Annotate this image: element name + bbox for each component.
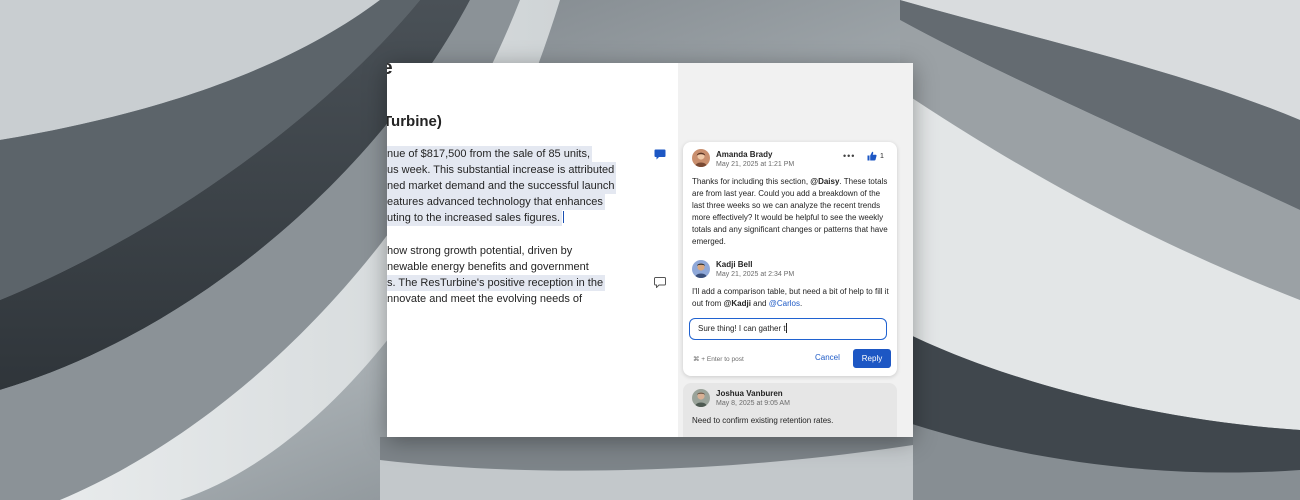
comment-thread-card[interactable]: Amanda Brady May 21, 2025 at 1:21 PM •••… [683, 142, 897, 376]
comment-body: Need to confirm existing retention rates… [692, 416, 834, 425]
reply-body: I'll add a comparison table, but need a … [692, 287, 889, 308]
comment-filled-icon[interactable] [654, 149, 666, 160]
mention[interactable]: @Daisy [810, 177, 839, 186]
comments-pane: Amanda Brady May 21, 2025 at 1:21 PM •••… [678, 63, 913, 437]
highlighted-paragraph[interactable]: nue of $817,500 from the sale of 85 unit… [387, 146, 617, 226]
comment-timestamp: May 8, 2025 at 9:05 AM [716, 400, 790, 407]
avatar [692, 149, 710, 167]
reply-timestamp: May 21, 2025 at 2:34 PM [716, 271, 795, 278]
paragraph-line: nnovate and meet the evolving needs of [387, 293, 583, 305]
comment-author: Amanda Brady [716, 150, 773, 159]
comment-outline-icon[interactable] [654, 277, 666, 288]
like-count: 1 [880, 152, 884, 160]
paragraph-line: newable energy benefits and government [387, 261, 589, 273]
paragraph-line: how strong growth potential, driven by [387, 245, 573, 257]
reply-input[interactable]: Sure thing! I can gather t [689, 318, 887, 340]
paragraph-line: s. The ResTurbine's positive reception i… [387, 275, 606, 291]
reply-button[interactable]: Reply [853, 349, 891, 368]
paragraph-line: uting to the increased sales figures. [387, 210, 563, 226]
post-shortcut-hint: ⌘ + Enter to post [693, 356, 744, 363]
document-heading: ance [387, 63, 393, 79]
avatar [692, 389, 710, 407]
text-cursor [563, 211, 565, 223]
comment-body: Thanks for including this section, @Dais… [692, 177, 888, 246]
comment-card[interactable]: Joshua Vanburen May 8, 2025 at 9:05 AM N… [683, 383, 897, 437]
mention[interactable]: @Kadji [724, 299, 751, 308]
reply-author: Kadji Bell [716, 260, 753, 269]
mention[interactable]: @Carlos [769, 299, 800, 308]
like-button[interactable]: 1 [867, 151, 884, 161]
input-cursor [785, 323, 787, 333]
comment-timestamp: May 21, 2025 at 1:21 PM [716, 161, 795, 168]
word-window: ance Turbine) nue of $817,500 from the s… [387, 63, 913, 437]
comment-author: Joshua Vanburen [716, 389, 783, 398]
paragraph[interactable]: how strong growth potential, driven by n… [387, 243, 606, 307]
paragraph-line: ned market demand and the successful lau… [387, 178, 617, 194]
paragraph-line: us week. This substantial increase is at… [387, 162, 617, 178]
paragraph-line: nue of $817,500 from the sale of 85 unit… [387, 146, 593, 162]
avatar [692, 260, 710, 278]
section-heading: Turbine) [387, 113, 442, 130]
cancel-button[interactable]: Cancel [815, 353, 840, 362]
document-canvas[interactable]: ance Turbine) nue of $817,500 from the s… [387, 63, 678, 437]
thumbs-up-icon [867, 151, 877, 161]
paragraph-line: eatures advanced technology that enhance… [387, 194, 605, 210]
more-options-button[interactable]: ••• [843, 151, 855, 161]
